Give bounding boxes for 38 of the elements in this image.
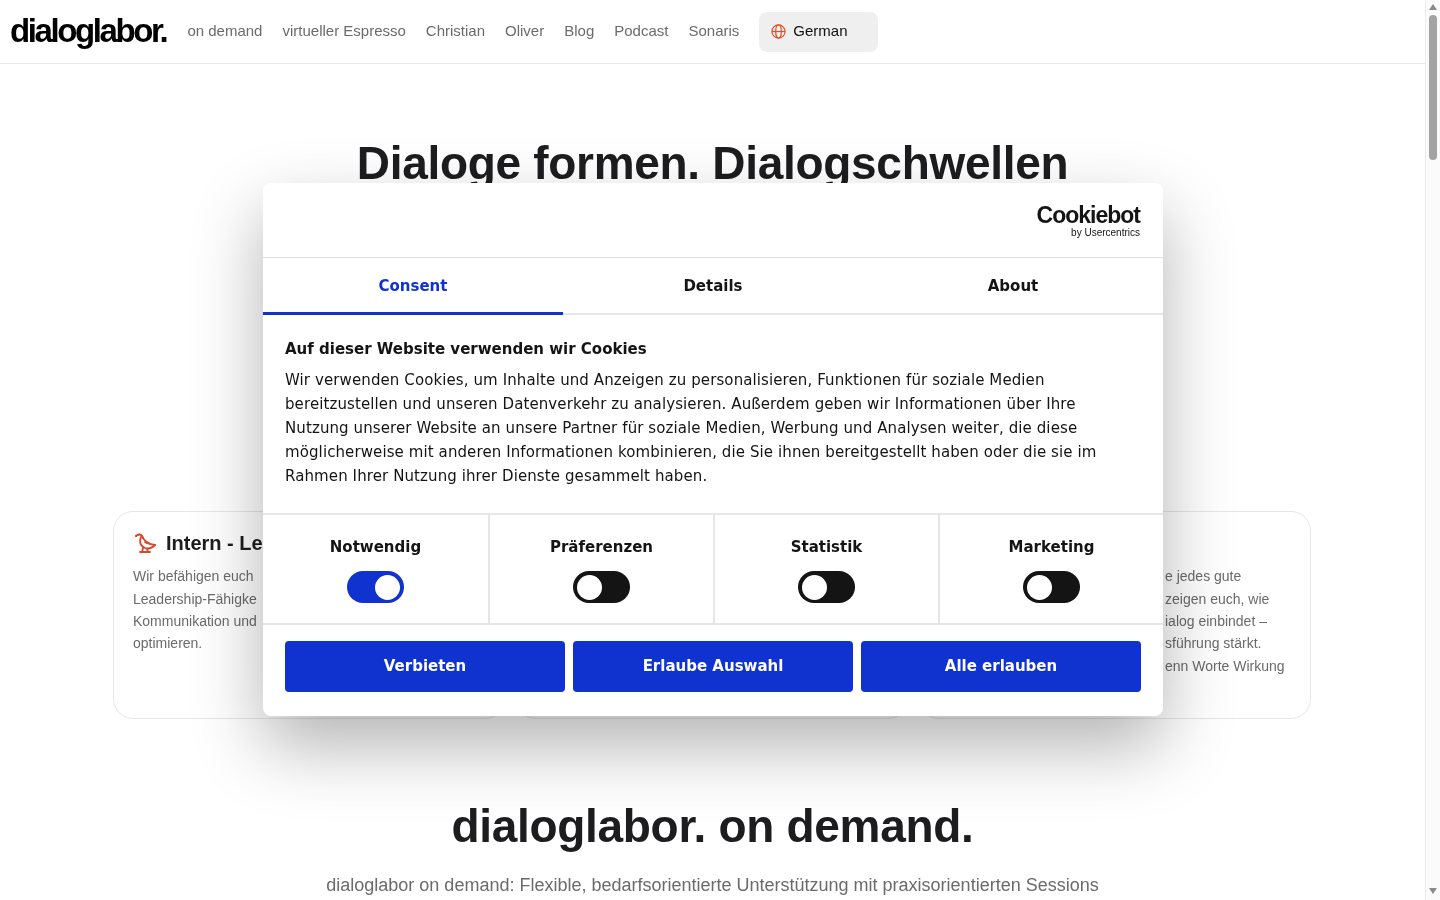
category-label: Notwendig — [329, 537, 422, 558]
brand-wordmark: Cookiebot — [1036, 202, 1140, 227]
site-logo[interactable]: dialoglabor. — [10, 14, 167, 49]
nav-link[interactable]: Podcast — [614, 20, 669, 43]
scroll-up-icon[interactable] — [1429, 4, 1437, 10]
globe-icon — [771, 24, 787, 39]
scroll-down-icon[interactable] — [1429, 888, 1437, 894]
nav-link[interactable]: virtueller Espresso — [282, 20, 406, 43]
category-label: Marketing — [1008, 537, 1095, 558]
toggle-switch[interactable] — [573, 571, 630, 603]
dialog-text: Wir verwenden Cookies, um Inhalte und Anzeigen zu personalisieren, Funktionen für soziale Medien bereitzustellen und unseren Datenverkehr zu analysieren. Außerdem geben wir Informationen über Ihre Nutzung unserer Website an unsere Partner für soziale Medien, Werbung und Analysen weiter, die diese möglicherweise mit anderen Informationen kombinieren, die Sie ihnen bereitgestellt haben oder die sie im Rahmen Ihrer Nutzung ihrer Dienste gesammelt haben. — [285, 370, 1098, 487]
nav-link[interactable]: Oliver — [505, 20, 545, 43]
bird-icon — [133, 531, 157, 556]
category-label: Statistik — [790, 537, 863, 558]
dialog-heading: Auf dieser Website verwenden wir Cookies — [285, 339, 648, 360]
consent-button[interactable]: Verbieten — [285, 641, 565, 692]
language-button[interactable]: German — [759, 11, 879, 52]
dialog-tab[interactable]: Details — [563, 258, 863, 315]
toggle-switch[interactable] — [1023, 571, 1080, 603]
brand-tagline: by Usercentrics — [1071, 226, 1140, 238]
card-text: Wir befähigen euch Leadership-Fähigke Kommunikation und optimieren. — [133, 567, 257, 654]
consent-button[interactable]: Erlaube Auswahl — [573, 641, 853, 692]
section-heading: dialoglabor. on demand. — [451, 799, 974, 855]
section-intro: dialoglabor on demand: Flexible, bedarfsorientierte Unterstützung mit praxisorientierten Sessions — [326, 874, 1099, 898]
nav-link[interactable]: Sonaris — [688, 20, 740, 43]
nav-link[interactable]: on demand — [187, 20, 263, 43]
consent-button[interactable]: Alle erlauben — [861, 641, 1141, 692]
nav-link[interactable]: Christian — [425, 20, 486, 43]
category-label: Präferenzen — [549, 537, 653, 558]
toggle-switch[interactable] — [347, 571, 404, 603]
toggle-switch[interactable] — [798, 571, 855, 603]
card-title: Intern - Le — [166, 531, 263, 556]
dialog-tab[interactable]: Consent — [263, 258, 563, 315]
nav-link[interactable]: Blog — [564, 20, 595, 43]
scrollbar-thumb[interactable] — [1429, 15, 1437, 160]
card-text: e jedes gute zeigen euch, wie ialog einbindet – sführung stärkt. enn Worte Wirkung — [1165, 567, 1285, 676]
hero-heading: Dialoge formen. Dialogschwellen — [356, 136, 1069, 191]
dialog-tab[interactable]: About — [863, 258, 1163, 315]
